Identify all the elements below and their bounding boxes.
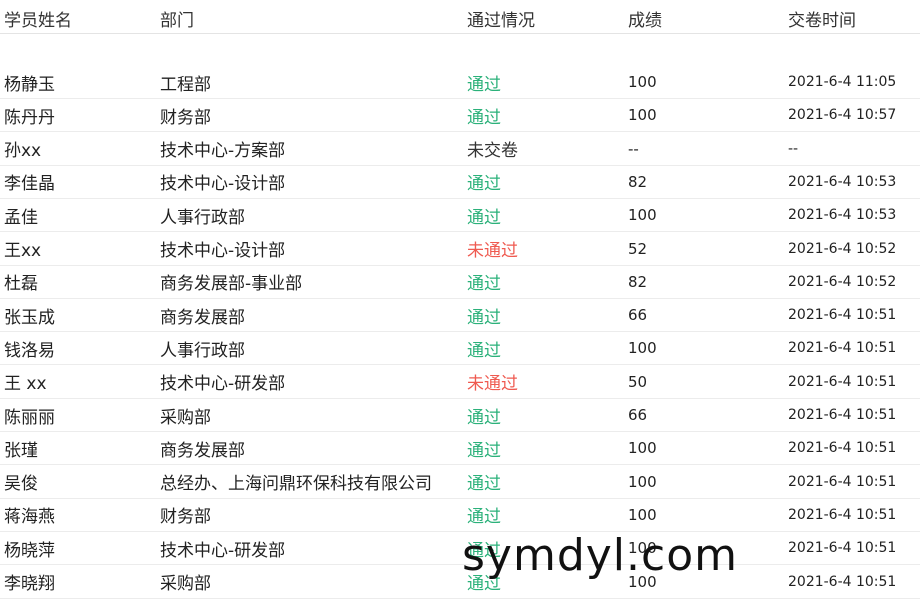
table-row[interactable]: 吴俊 总经办、上海问鼎环保科技有限公司 通过 100 2021-6-4 10:51 — [0, 466, 920, 499]
cell-submit-time: 2021-6-4 10:52 — [788, 273, 897, 290]
cell-submit-time: 2021-6-4 10:53 — [788, 173, 897, 190]
cell-submit-time: -- — [788, 140, 799, 157]
cell-student-name: 张瑾 — [4, 440, 38, 461]
cell-department: 技术中心-研发部 — [160, 540, 286, 561]
cell-department: 财务部 — [160, 107, 211, 128]
watermark-text: symdyl.com — [462, 530, 738, 581]
cell-pass-status: 通过 — [467, 174, 501, 195]
cell-submit-time: 2021-6-4 10:51 — [788, 573, 897, 590]
cell-student-name: 杜磊 — [4, 274, 38, 295]
cell-student-name: 李佳晶 — [4, 174, 55, 195]
cell-score: 82 — [628, 272, 648, 291]
cell-student-name: 孙xx — [4, 141, 42, 162]
table-row[interactable]: 李佳晶 技术中心-设计部 通过 82 2021-6-4 10:53 — [0, 166, 920, 199]
cell-department: 工程部 — [160, 74, 211, 95]
cell-score: -- — [628, 139, 639, 158]
table-row[interactable]: 杨静玉 工程部 通过 100 2021-6-4 11:05 — [0, 66, 920, 99]
cell-department: 采购部 — [160, 574, 211, 594]
cell-score: 100 — [628, 106, 657, 125]
cell-department: 商务发展部 — [160, 307, 245, 328]
table-row[interactable]: 杜磊 商务发展部-事业部 通过 82 2021-6-4 10:52 — [0, 266, 920, 299]
cell-pass-status: 通过 — [467, 440, 501, 461]
cell-department: 人事行政部 — [160, 207, 245, 228]
cell-department: 技术中心-设计部 — [160, 174, 286, 195]
cell-score: 100 — [628, 439, 657, 458]
table-header-row: 学员姓名 部门 通过情况 成绩 交卷时间 — [0, 0, 920, 34]
cell-score: 100 — [628, 339, 657, 358]
cell-student-name: 王xx — [4, 241, 42, 261]
cell-student-name: 李晓翔 — [4, 574, 55, 594]
cell-submit-time: 2021-6-4 10:51 — [788, 307, 897, 324]
cell-pass-status: 通过 — [467, 207, 501, 228]
table-row[interactable]: 王 xx 技术中心-研发部 未通过 50 2021-6-4 10:51 — [0, 366, 920, 399]
cell-submit-time: 2021-6-4 10:51 — [788, 373, 897, 390]
cell-pass-status: 未通过 — [467, 241, 518, 261]
cell-pass-status: 通过 — [467, 340, 501, 361]
cell-score: 100 — [628, 472, 657, 491]
cell-score: 66 — [628, 306, 648, 325]
cell-score: 100 — [628, 505, 657, 524]
cell-pass-status: 通过 — [467, 274, 501, 295]
table-row[interactable]: 杨晓萍 技术中心-研发部 通过 100 2021-6-4 10:51 — [0, 532, 920, 566]
header-pass-status[interactable]: 通过情况 — [467, 0, 617, 33]
cell-score: 82 — [628, 172, 648, 191]
cell-department: 总经办、上海问鼎环保科技有限公司 — [160, 474, 432, 495]
table-row[interactable]: 钱洛易 人事行政部 通过 100 2021-6-4 10:51 — [0, 332, 920, 366]
cell-pass-status: 通过 — [467, 307, 501, 328]
cell-submit-time: 2021-6-4 10:52 — [788, 240, 897, 257]
table-row[interactable]: 陈丹丹 财务部 通过 100 2021-6-4 10:57 — [0, 99, 920, 133]
cell-student-name: 陈丽丽 — [4, 407, 55, 428]
cell-student-name: 杨晓萍 — [4, 540, 55, 561]
table-row[interactable]: 张玉成 商务发展部 通过 66 2021-6-4 10:51 — [0, 299, 920, 333]
cell-submit-time: 2021-6-4 10:57 — [788, 107, 897, 124]
cell-submit-time: 2021-6-4 10:51 — [788, 340, 897, 357]
cell-student-name: 蒋海燕 — [4, 507, 55, 528]
cell-department: 技术中心-设计部 — [160, 241, 286, 261]
cell-submit-time: 2021-6-4 10:51 — [788, 540, 897, 557]
table-row[interactable]: 蒋海燕 财务部 通过 100 2021-6-4 10:51 — [0, 499, 920, 532]
cell-department: 财务部 — [160, 507, 211, 528]
cell-student-name: 钱洛易 — [4, 340, 55, 361]
cell-department: 技术中心-研发部 — [160, 374, 286, 395]
cell-pass-status: 通过 — [467, 507, 501, 528]
cell-score: 50 — [628, 372, 648, 391]
table-row[interactable]: 张瑾 商务发展部 通过 100 2021-6-4 10:51 — [0, 432, 920, 466]
cell-submit-time: 2021-6-4 10:51 — [788, 440, 897, 457]
table-row[interactable]: 陈丽丽 采购部 通过 66 2021-6-4 10:51 — [0, 399, 920, 432]
header-submit-time[interactable]: 交卷时间 — [788, 0, 920, 33]
cell-submit-time: 2021-6-4 11:05 — [788, 74, 897, 90]
cell-student-name: 孟佳 — [4, 207, 38, 228]
cell-score: 66 — [628, 406, 648, 424]
cell-pass-status: 通过 — [467, 107, 501, 128]
cell-score: 100 — [628, 73, 657, 91]
cell-student-name: 吴俊 — [4, 474, 38, 495]
cell-pass-status: 通过 — [467, 474, 501, 495]
table-row[interactable]: 孟佳 人事行政部 通过 100 2021-6-4 10:53 — [0, 199, 920, 233]
cell-submit-time: 2021-6-4 10:51 — [788, 407, 897, 423]
table-row[interactable]: 王xx 技术中心-设计部 未通过 52 2021-6-4 10:52 — [0, 233, 920, 266]
cell-score: 100 — [628, 206, 657, 225]
cell-submit-time: 2021-6-4 10:51 — [788, 506, 897, 523]
cell-score: 52 — [628, 239, 648, 258]
header-department[interactable]: 部门 — [160, 0, 460, 33]
table-row[interactable]: 孙xx 技术中心-方案部 未交卷 -- -- — [0, 133, 920, 166]
cell-submit-time: 2021-6-4 10:53 — [788, 207, 897, 224]
cell-department: 采购部 — [160, 407, 211, 428]
table-row[interactable]: 李晓翔 采购部 通过 100 2021-6-4 10:51 — [0, 566, 920, 599]
cell-submit-time: 2021-6-4 10:51 — [788, 473, 897, 490]
cell-student-name: 王 xx — [4, 374, 47, 395]
cell-department: 人事行政部 — [160, 340, 245, 361]
header-student-name[interactable]: 学员姓名 — [4, 0, 154, 33]
cell-pass-status: 未通过 — [467, 374, 518, 395]
cell-student-name: 杨静玉 — [4, 74, 55, 95]
cell-pass-status: 通过 — [467, 407, 501, 428]
cell-pass-status: 未交卷 — [467, 141, 518, 162]
cell-department: 商务发展部 — [160, 440, 245, 461]
cell-department: 技术中心-方案部 — [160, 141, 286, 162]
cell-pass-status: 通过 — [467, 74, 501, 95]
header-score[interactable]: 成绩 — [628, 0, 778, 33]
cell-student-name: 张玉成 — [4, 307, 55, 328]
cell-student-name: 陈丹丹 — [4, 107, 55, 128]
cell-department: 商务发展部-事业部 — [160, 274, 303, 295]
